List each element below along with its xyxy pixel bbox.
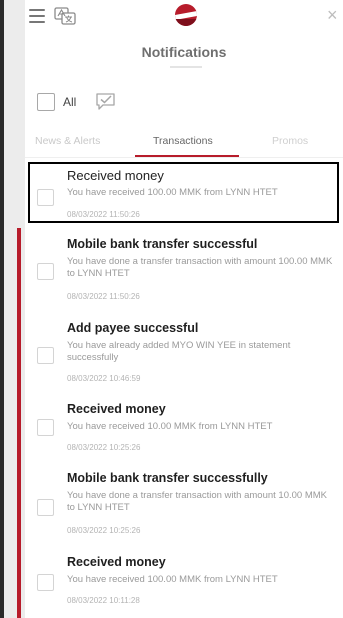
bank-logo: [175, 4, 197, 26]
notification-date: 08/03/2022 10:11:28: [67, 596, 140, 605]
notification-checkbox[interactable]: [37, 499, 54, 516]
notification-date: 08/03/2022 10:25:26: [67, 526, 141, 535]
top-bar: ×: [25, 0, 343, 40]
notification-body: You have received 10.00 MMK from LYNN HT…: [67, 421, 273, 432]
notification-body: You have received 100.00 MMK from LYNN H…: [67, 187, 278, 198]
tab-transactions[interactable]: Transactions: [153, 135, 213, 147]
notification-body: You have received 100.00 MMK from LYNN H…: [67, 574, 278, 585]
notification-checkbox[interactable]: [37, 347, 54, 364]
notification-date: 08/03/2022 11:50:26: [67, 292, 140, 301]
tab-promos[interactable]: Promos: [272, 135, 308, 147]
notification-date: 08/03/2022 10:46:59: [67, 374, 141, 383]
close-icon[interactable]: ×: [327, 6, 343, 24]
notification-body: You have done a transfer transaction wit…: [67, 256, 333, 279]
notification-title: Mobile bank transfer successfully: [67, 471, 268, 485]
notification-date: 08/03/2022 11:50:26: [67, 210, 140, 219]
select-all-checkbox[interactable]: [37, 93, 55, 111]
select-all-label: All: [63, 95, 77, 109]
notification-date: 08/03/2022 10:25:26: [67, 443, 141, 452]
mark-read-icon[interactable]: [95, 91, 117, 111]
notification-checkbox[interactable]: [37, 263, 54, 280]
notification-checkbox[interactable]: [37, 574, 54, 591]
notification-checkbox[interactable]: [37, 419, 54, 436]
notification-checkbox[interactable]: [37, 189, 54, 206]
notification-title: Received money: [67, 168, 164, 183]
title-divider: [170, 66, 202, 68]
tab-bar: News & Alerts Transactions Promos: [25, 131, 343, 158]
notification-title: Received money: [67, 402, 166, 416]
background-dark-strip: [0, 0, 4, 618]
notification-title: Add payee successful: [67, 321, 199, 335]
language-translate-icon[interactable]: [54, 6, 76, 26]
notification-body: You have done a transfer transaction wit…: [67, 490, 327, 513]
notification-title: Mobile bank transfer successful: [67, 237, 258, 251]
background-accent-bar: [17, 228, 21, 618]
notifications-panel: × Notifications All News & Alerts Transa…: [25, 0, 343, 618]
tab-news-alerts[interactable]: News & Alerts: [35, 135, 100, 147]
active-tab-indicator: [135, 155, 239, 157]
notification-body: You have already added MYO WIN YEE in st…: [67, 340, 291, 363]
page-title: Notifications: [141, 44, 227, 60]
hamburger-menu-icon[interactable]: [29, 9, 45, 23]
notification-title: Received money: [67, 555, 166, 569]
background-app-edge: [0, 0, 25, 618]
